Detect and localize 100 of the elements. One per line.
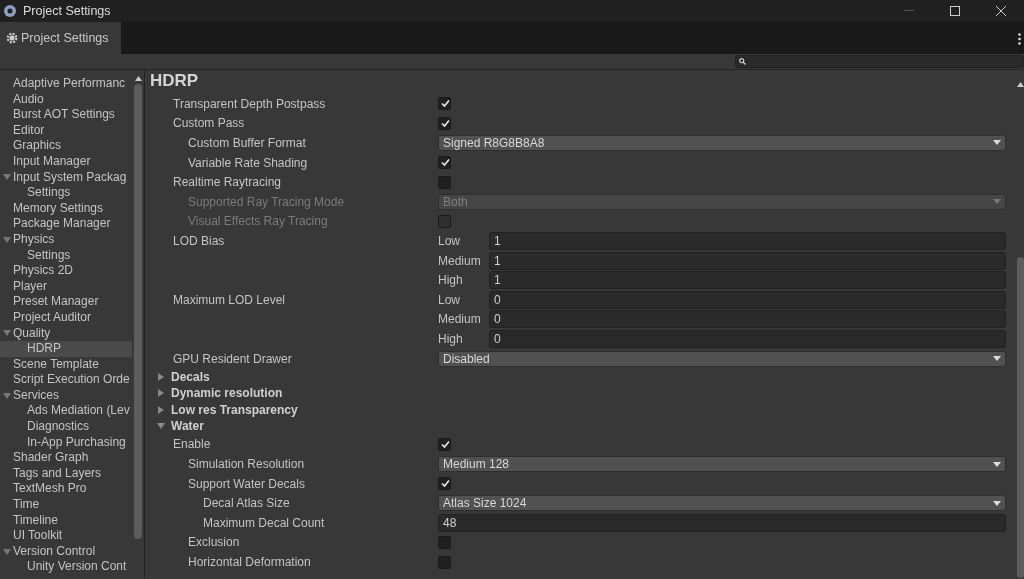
sidebar-item[interactable]: Settings [0,185,132,201]
sidebar-item[interactable]: Version Control [0,543,132,560]
input-field[interactable]: 1 [489,271,1006,290]
sidebar-item[interactable]: Physics 2D [0,263,132,279]
setting-label: Exclusion [188,535,240,550]
sidebar-item[interactable]: Ads Mediation (Lev [0,403,132,420]
caret-icon [993,500,1001,506]
dropdown[interactable]: Atlas Size 1024 [438,495,1006,512]
setting-label: Custom Pass [173,116,245,131]
expand-arrow-icon[interactable] [2,329,11,338]
input-field[interactable]: 0 [489,310,1006,329]
sidebar-item[interactable]: Time [0,497,132,513]
section-header[interactable]: Dynamic resolution [171,384,283,403]
expand-arrow-icon[interactable] [2,235,11,244]
setting-label: Custom Buffer Format [188,136,306,150]
checkbox[interactable] [438,97,451,111]
setting-label: Enable [173,437,211,452]
field-label: Medium [438,312,481,327]
more-options-icon[interactable] [1018,32,1021,45]
checkbox[interactable] [438,175,451,189]
sidebar-item[interactable]: Project Auditor [0,309,132,326]
foldout-arrow-icon[interactable] [157,405,165,414]
scroll-up-arrow-icon[interactable] [134,76,142,81]
setting-label: Support Water Decals [188,476,305,491]
setting-label: Maximum LOD Level [173,292,286,307]
expand-arrow-icon[interactable] [2,173,11,182]
foldout-arrow-icon[interactable] [157,372,165,381]
sidebar-item[interactable]: Quality [0,325,132,342]
app-icon [3,4,17,18]
sidebar-item[interactable]: Diagnostics [0,419,132,435]
panel-title: HDRP [150,70,200,92]
maximize-icon[interactable] [950,6,960,16]
caret-icon [993,140,1001,146]
sidebar-item[interactable]: Unity Version Cont [0,559,132,575]
setting-label: Visual Effects Ray Tracing [188,214,328,229]
search-field[interactable] [735,55,1024,68]
sidebar-item[interactable]: Input Manager [0,153,132,170]
field-label: Medium [438,253,481,268]
setting-label: Horizontal Deformation [188,555,311,570]
sidebar-item[interactable]: Burst AOT Settings [0,107,132,123]
expand-arrow-icon[interactable] [2,391,11,400]
setting-label: GPU Resident Drawer [173,351,292,366]
checkbox[interactable] [438,116,451,130]
section-header[interactable]: Water [171,417,204,436]
sidebar-item[interactable]: Memory Settings [0,200,132,217]
setting-label: Realtime Raytracing [173,175,282,190]
sidebar-item[interactable]: Adaptive Performanc [0,76,132,92]
sidebar-item[interactable]: Scene Template [0,356,132,373]
sidebar-item[interactable]: HDRP [0,341,132,357]
sidebar-item[interactable]: Settings [0,247,132,264]
input-field[interactable]: 1 [489,251,1006,270]
setting-label: Transparent Depth Postpass [173,96,326,111]
setting-label: Variable Rate Shading [188,155,308,170]
caret-icon [993,356,1001,361]
checkbox[interactable] [438,156,451,170]
checkbox[interactable] [438,438,451,451]
scroll-up-arrow-icon[interactable] [1016,82,1024,87]
checkbox[interactable] [438,555,451,569]
minimize-icon[interactable] [904,10,914,12]
sidebar-item[interactable]: Tags and Layers [0,465,132,482]
checkbox[interactable] [438,477,451,491]
checkbox[interactable] [438,535,451,549]
setting-label: Simulation Resolution [188,457,305,472]
field-label: Low [438,292,460,307]
sidebar-item[interactable]: Preset Manager [0,294,132,310]
dropdown[interactable]: Disabled [438,350,1006,367]
field-label: Low [438,233,460,248]
sidebar-item[interactable]: Audio [0,91,132,108]
search-icon [739,58,746,65]
input-field[interactable]: 1 [489,231,1006,250]
sidebar-item[interactable]: Services [0,387,132,404]
input-field[interactable]: 0 [489,290,1006,309]
dropdown[interactable]: Signed R8G8B8A8 [438,135,1006,151]
caret-icon [993,461,1001,467]
sidebar-item[interactable]: Input System Packag [0,169,132,186]
section-header[interactable]: Decals [171,367,210,386]
expand-arrow-icon[interactable] [2,547,11,556]
sidebar-item[interactable]: Shader Graph [0,450,132,466]
input-field[interactable]: 0 [489,329,1006,348]
sidebar-item[interactable]: Player [0,278,132,295]
scrollbar-thumb[interactable] [134,84,142,539]
close-icon[interactable] [996,6,1006,16]
sidebar-item[interactable]: Script Execution Orde [0,372,132,388]
foldout-arrow-icon[interactable] [157,422,165,431]
dropdown[interactable]: Medium 128 [438,456,1006,473]
scrollbar-thumb[interactable] [1016,256,1024,578]
tab[interactable]: Project Settings [0,22,121,54]
foldout-arrow-icon[interactable] [157,389,165,398]
sidebar-item[interactable]: TextMesh Pro [0,481,132,498]
sidebar-item[interactable]: UI Toolkit [0,528,132,544]
sidebar-item[interactable]: Timeline [0,512,132,529]
sidebar-item[interactable]: Physics [0,231,132,248]
setting-label: Supported Ray Tracing Mode [188,194,345,209]
field-label: High [438,273,463,288]
input-field[interactable]: 48 [438,513,1006,532]
sidebar-item[interactable]: Editor [0,122,132,139]
sidebar-item[interactable]: Graphics [0,138,132,154]
sidebar-item[interactable]: Package Manager [0,216,132,232]
sidebar-item[interactable]: In-App Purchasing [0,434,132,451]
section-header[interactable]: Low res Transparency [171,400,298,419]
